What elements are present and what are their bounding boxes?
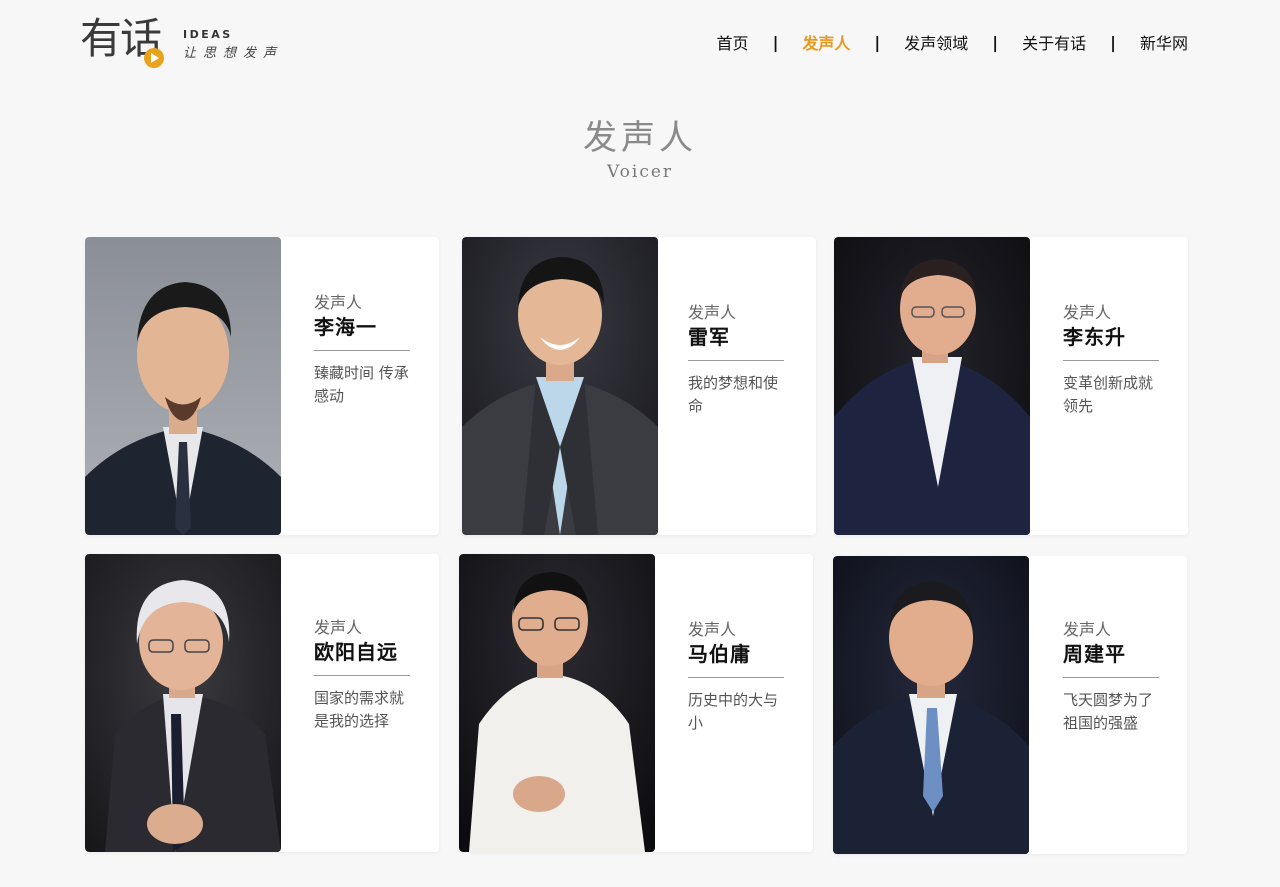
divider — [314, 350, 410, 351]
nav-separator: | — [1110, 32, 1116, 52]
section-title: 发声人 — [583, 118, 697, 158]
voicer-photo[interactable] — [834, 237, 1030, 535]
voicer-info: 发声人 李东升 变革创新成就领先 — [1063, 303, 1163, 418]
divider — [688, 360, 784, 361]
voicer-topic: 飞天圆梦为了祖国的强盛 — [1063, 691, 1154, 732]
nav-separator: | — [772, 32, 779, 52]
section-heading: 发声人 Voicer — [0, 116, 1280, 184]
voicer-topic: 变革创新成就领先 — [1063, 374, 1154, 415]
voicer-card[interactable]: 发声人 雷军 我的梦想和使命 — [462, 237, 816, 535]
voicer-role: 发声人 — [1063, 620, 1112, 639]
voicer-name: 李海一 — [314, 315, 377, 339]
voicer-photo[interactable] — [833, 556, 1029, 854]
voicer-card[interactable]: 发声人 周建平 飞天圆梦为了祖国的强盛 — [833, 556, 1187, 854]
voicer-role: 发声人 — [688, 620, 737, 639]
voicer-role: 发声人 — [314, 618, 363, 637]
portrait-image — [85, 554, 281, 852]
voicer-info: 发声人 李海一 臻藏时间 传承感动 — [314, 293, 414, 408]
voicer-photo[interactable] — [462, 237, 658, 535]
divider — [314, 675, 410, 676]
divider — [1063, 360, 1159, 361]
portrait-image — [85, 237, 281, 535]
section-subtitle: Voicer — [606, 162, 674, 182]
voicer-card[interactable]: 发声人 李海一 臻藏时间 传承感动 — [85, 237, 439, 535]
voicer-name: 马伯庸 — [688, 642, 751, 666]
voicer-topic: 历史中的大与小 — [688, 691, 779, 732]
play-icon — [144, 48, 164, 68]
main-nav: 首页 | 发声人 | 发声领域 | 关于有话 | 新华网 — [717, 30, 1188, 54]
nav-item-xinhua[interactable]: 新华网 — [1140, 30, 1188, 54]
nav-separator: | — [992, 32, 999, 52]
nav-item-home[interactable]: 首页 — [717, 30, 749, 54]
nav-item-about[interactable]: 关于有话 — [1022, 30, 1086, 54]
logo-tagline: 让思想发声 — [183, 46, 284, 61]
voicer-info: 发声人 马伯庸 历史中的大与小 — [688, 620, 788, 735]
divider — [1063, 677, 1159, 678]
voicer-topic: 国家的需求就是我的选择 — [314, 689, 405, 730]
voicer-card[interactable]: 发声人 欧阳自远 国家的需求就是我的选择 — [85, 554, 439, 852]
voicer-info: 发声人 欧阳自远 国家的需求就是我的选择 — [314, 618, 414, 733]
nav-item-fields[interactable]: 发声领域 — [904, 30, 968, 54]
portrait-image — [462, 237, 658, 535]
portrait-image — [833, 556, 1029, 854]
voicer-card[interactable]: 发声人 马伯庸 历史中的大与小 — [459, 554, 813, 852]
voicer-photo[interactable] — [85, 554, 281, 852]
nav-item-voicers[interactable]: 发声人 — [802, 30, 850, 54]
voicer-role: 发声人 — [314, 293, 363, 312]
site-header: 有话 IDEAS 让思想发声 首页 | 发声人 | 发声领域 | 关于有话 | … — [0, 0, 1280, 80]
voicer-name: 周建平 — [1063, 642, 1126, 666]
site-logo[interactable]: 有话 IDEAS 让思想发声 — [80, 12, 300, 70]
voicer-info: 发声人 周建平 飞天圆梦为了祖国的强盛 — [1063, 620, 1163, 735]
portrait-image — [834, 237, 1030, 535]
voicer-topic: 我的梦想和使命 — [688, 374, 779, 415]
voicer-name: 李东升 — [1063, 325, 1126, 349]
voicer-name: 欧阳自远 — [314, 640, 398, 664]
voicer-photo[interactable] — [85, 237, 281, 535]
voicer-card[interactable]: 发声人 李东升 变革创新成就领先 — [834, 237, 1188, 535]
voicer-photo[interactable] — [459, 554, 655, 852]
voicer-name: 雷军 — [688, 325, 730, 349]
divider — [688, 677, 784, 678]
voicer-info: 发声人 雷军 我的梦想和使命 — [688, 303, 788, 418]
voicer-role: 发声人 — [1063, 303, 1112, 322]
logo-english: IDEAS — [183, 28, 233, 41]
voicer-role: 发声人 — [688, 303, 737, 322]
portrait-image — [459, 554, 655, 852]
nav-separator: | — [874, 32, 881, 52]
voicer-topic: 臻藏时间 传承感动 — [314, 364, 409, 405]
